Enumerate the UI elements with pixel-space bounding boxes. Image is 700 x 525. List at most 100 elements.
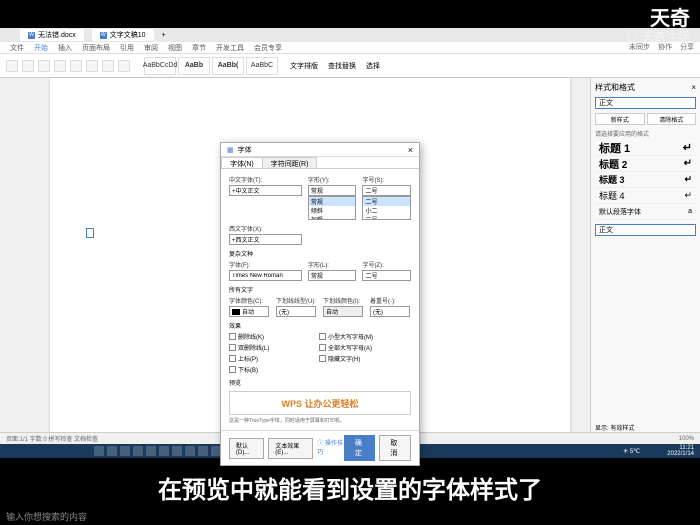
search-placeholder[interactable]: 输入你想搜索的内容 — [6, 510, 87, 523]
cut-icon[interactable] — [22, 60, 34, 72]
show-filter[interactable]: 显示: 有效样式 — [595, 423, 696, 432]
style-item-h1[interactable]: 标题 1↵ — [595, 140, 696, 156]
char-icon: a — [688, 208, 692, 215]
dialog-tabs: 字体(N) 字符间距(R) — [221, 157, 419, 169]
menu-dev[interactable]: 开发工具 — [216, 43, 244, 53]
en-font-input[interactable] — [229, 234, 302, 245]
para-icon: ↵ — [684, 158, 692, 169]
style-normal[interactable]: AaBbCcDd — [144, 57, 176, 75]
ct-style-input[interactable] — [308, 270, 357, 281]
color-icon[interactable] — [86, 60, 98, 72]
emphasis-select[interactable]: (无) — [370, 306, 410, 317]
default-button[interactable]: 默认(D)... — [229, 438, 264, 459]
chk-super[interactable] — [229, 355, 236, 362]
wechat-icon[interactable] — [198, 446, 208, 456]
style-h1[interactable]: AaBb — [178, 57, 210, 75]
panel-close-icon[interactable]: × — [691, 83, 696, 92]
size-list[interactable]: 二号 小二 三号 — [362, 196, 411, 220]
ct-style-label: 字形(L): — [308, 260, 357, 269]
underline-select[interactable]: (无) — [276, 306, 316, 317]
dialog-titlebar[interactable]: ▦ 字体 × — [221, 143, 419, 157]
search-icon[interactable] — [107, 446, 117, 456]
ucolor-select[interactable]: 自动 — [323, 306, 363, 317]
color-select[interactable]: 自动 — [229, 306, 269, 317]
preview-note: 这是一种TrueType字体，同时适用于屏幕和打印机。 — [229, 417, 411, 424]
menu-section[interactable]: 章节 — [192, 43, 206, 53]
app-icon[interactable] — [159, 446, 169, 456]
menu-view[interactable]: 视图 — [168, 43, 182, 53]
tab-spacing[interactable]: 字符间距(R) — [262, 157, 318, 168]
style-item-h2[interactable]: 标题 2↵ — [595, 156, 696, 172]
close-icon[interactable]: × — [408, 145, 413, 155]
text-layout-btn[interactable]: 文字排版 — [290, 61, 318, 71]
menu-vip[interactable]: 会员专享 — [254, 43, 282, 53]
cancel-button[interactable]: 取消 — [379, 435, 411, 461]
app-icon[interactable] — [185, 446, 195, 456]
select-btn[interactable]: 选择 — [366, 61, 380, 71]
status-left: 页面:1/1 字数:0 拼写检查 文档检查 — [6, 434, 98, 443]
tab-font[interactable]: 字体(N) — [221, 157, 263, 168]
chk-allcaps[interactable] — [319, 344, 326, 351]
edge-icon[interactable] — [146, 446, 156, 456]
style-gallery: AaBbCcDd AaBb AaBb( AaBbC — [144, 57, 278, 75]
style-input[interactable] — [308, 185, 357, 196]
style-list[interactable]: 常规 倾斜 加粗 — [308, 196, 357, 220]
ucolor-label: 下划线颜色(I): — [323, 296, 364, 305]
preview-section: 预览 — [229, 378, 411, 387]
tab-add[interactable]: + — [162, 32, 166, 39]
align-icon[interactable] — [102, 60, 114, 72]
zh-font-input[interactable] — [229, 185, 302, 196]
menu-layout[interactable]: 页面布局 — [82, 43, 110, 53]
size-input[interactable] — [362, 185, 411, 196]
tab-doc2[interactable]: W文字文稿10 — [92, 29, 154, 41]
clear-format-button[interactable]: 清除格式 — [647, 113, 697, 125]
style-h3[interactable]: AaBbC — [246, 57, 278, 75]
tips-link[interactable]: ⓘ 操作技巧 — [317, 438, 344, 459]
underline-label: 下划线线型(U): — [276, 296, 317, 305]
style-item-h3[interactable]: 标题 3↵ — [595, 172, 696, 188]
font-preview: WPS 让办公更轻松 — [229, 391, 411, 415]
texteffect-button[interactable]: 文本效果(E)... — [268, 438, 313, 459]
find-replace-btn[interactable]: 查找替换 — [328, 61, 356, 71]
start-icon[interactable] — [94, 446, 104, 456]
taskview-icon[interactable] — [120, 446, 130, 456]
chk-strike[interactable] — [229, 333, 236, 340]
style-h2[interactable]: AaBb( — [212, 57, 244, 75]
en-font-label: 西文字体(X): — [229, 224, 302, 233]
list-icon[interactable] — [118, 60, 130, 72]
menu-insert[interactable]: 插入 — [58, 43, 72, 53]
style-normal-select[interactable] — [595, 224, 696, 236]
app-icon[interactable] — [172, 446, 182, 456]
style-item-h4[interactable]: 标题 4↵ — [595, 188, 696, 204]
menu-review[interactable]: 审阅 — [144, 43, 158, 53]
chk-hidden[interactable] — [319, 355, 326, 362]
panel-title: 样式和格式 × — [595, 82, 696, 93]
ct-font-input[interactable] — [229, 270, 302, 281]
style-label: 字形(Y): — [308, 175, 357, 184]
menu-start[interactable]: 开始 — [34, 43, 48, 53]
complex-section: 复杂文种 — [229, 249, 411, 258]
bold-icon[interactable] — [38, 60, 50, 72]
explorer-icon[interactable] — [133, 446, 143, 456]
ok-button[interactable]: 确定 — [344, 435, 376, 461]
menu-file[interactable]: 文件 — [10, 43, 24, 53]
current-style-input[interactable] — [595, 97, 696, 109]
chk-smallcaps[interactable] — [319, 333, 326, 340]
dialog-body: 中文字体(T): 字形(Y): 常规 倾斜 加粗 字号(S): — [221, 169, 419, 430]
chk-dstrike[interactable] — [229, 344, 236, 351]
ribbon-toolbar: AaBbCcDd AaBb AaBb( AaBbC 文字排版 查找替换 选择 — [0, 54, 700, 78]
chk-sub[interactable] — [229, 366, 236, 373]
paste-icon[interactable] — [6, 60, 18, 72]
underline-icon[interactable] — [70, 60, 82, 72]
menu-ref[interactable]: 引用 — [120, 43, 134, 53]
style-item-default[interactable]: 默认段落字体a — [595, 204, 696, 220]
italic-icon[interactable] — [54, 60, 66, 72]
clock[interactable]: 11:212022/1/14 — [667, 445, 694, 457]
ct-size-label: 字号(Z): — [362, 260, 411, 269]
page-thumb-icon[interactable] — [86, 228, 94, 238]
tab-doc1[interactable]: W无法错.docx — [20, 29, 84, 41]
weather-widget[interactable]: ☀ 5℃ — [623, 448, 640, 455]
new-style-button[interactable]: 新样式 — [595, 113, 645, 125]
ct-size-input[interactable] — [362, 270, 411, 281]
zoom-level[interactable]: 100% — [679, 436, 694, 442]
